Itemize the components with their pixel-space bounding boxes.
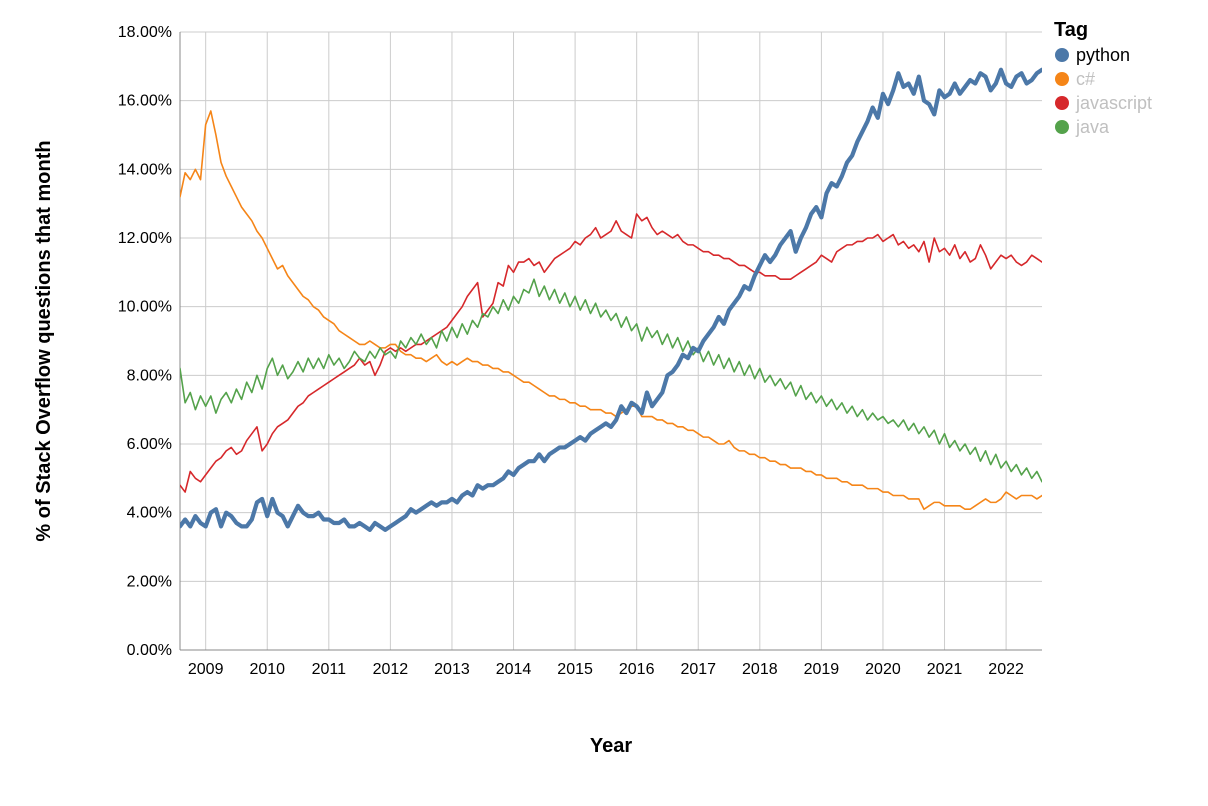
y-tick-label: 8.00% xyxy=(127,367,172,384)
x-tick-label: 2019 xyxy=(804,661,840,678)
y-tick-label: 2.00% xyxy=(127,573,172,590)
x-tick-label: 2014 xyxy=(496,661,532,678)
legend-label: python xyxy=(1076,45,1130,65)
x-tick-label: 2013 xyxy=(434,661,470,678)
legend-swatch xyxy=(1055,72,1069,86)
y-tick-label: 18.00% xyxy=(118,24,172,41)
y-tick-label: 16.00% xyxy=(118,93,172,110)
y-axis-label: % of Stack Overflow questions that month xyxy=(33,140,55,541)
y-axis: 0.00% 2.00% 4.00% 6.00% 8.00% 10.00% 12.00% 14.… xyxy=(118,24,172,659)
x-tick-label: 2018 xyxy=(742,661,778,678)
legend: Tag python c# javascript java xyxy=(1054,19,1152,137)
legend-item-javascript[interactable]: javascript xyxy=(1055,93,1152,113)
legend-item-python[interactable]: python xyxy=(1055,45,1130,65)
x-tick-label: 2016 xyxy=(619,661,655,678)
y-tick-label: 0.00% xyxy=(127,642,172,659)
x-tick-label: 2010 xyxy=(249,661,285,678)
legend-swatch xyxy=(1055,120,1069,134)
x-tick-label: 2015 xyxy=(557,661,593,678)
legend-label: java xyxy=(1075,117,1110,137)
x-tick-label: 2011 xyxy=(312,661,347,678)
x-tick-label: 2017 xyxy=(680,661,716,678)
legend-label: c# xyxy=(1076,69,1095,89)
x-axis: 2009 2010 2011 2012 2013 2014 2015 2016 2017 2018… xyxy=(188,661,1024,678)
chart-container: 0.00% 2.00% 4.00% 6.00% 8.00% 10.00% 12.00% 14.… xyxy=(0,0,1208,806)
legend-item-c#[interactable]: c# xyxy=(1055,69,1095,89)
x-tick-label: 2012 xyxy=(373,661,409,678)
x-axis-label: Year xyxy=(590,735,632,757)
legend-item-java[interactable]: java xyxy=(1055,117,1110,137)
y-tick-label: 12.00% xyxy=(118,230,172,247)
y-tick-label: 4.00% xyxy=(127,505,172,522)
chart-svg: 0.00% 2.00% 4.00% 6.00% 8.00% 10.00% 12.00% 14.… xyxy=(0,0,1208,806)
legend-swatch xyxy=(1055,96,1069,110)
x-tick-label: 2009 xyxy=(188,661,224,678)
x-tick-label: 2020 xyxy=(865,661,901,678)
x-tick-label: 2021 xyxy=(927,661,963,678)
x-tick-label: 2022 xyxy=(988,661,1024,678)
legend-label: javascript xyxy=(1075,93,1152,113)
y-tick-label: 14.00% xyxy=(118,161,172,178)
y-tick-label: 10.00% xyxy=(118,299,172,316)
y-tick-label: 6.00% xyxy=(127,436,172,453)
legend-title: Tag xyxy=(1054,19,1088,41)
legend-swatch xyxy=(1055,48,1069,62)
